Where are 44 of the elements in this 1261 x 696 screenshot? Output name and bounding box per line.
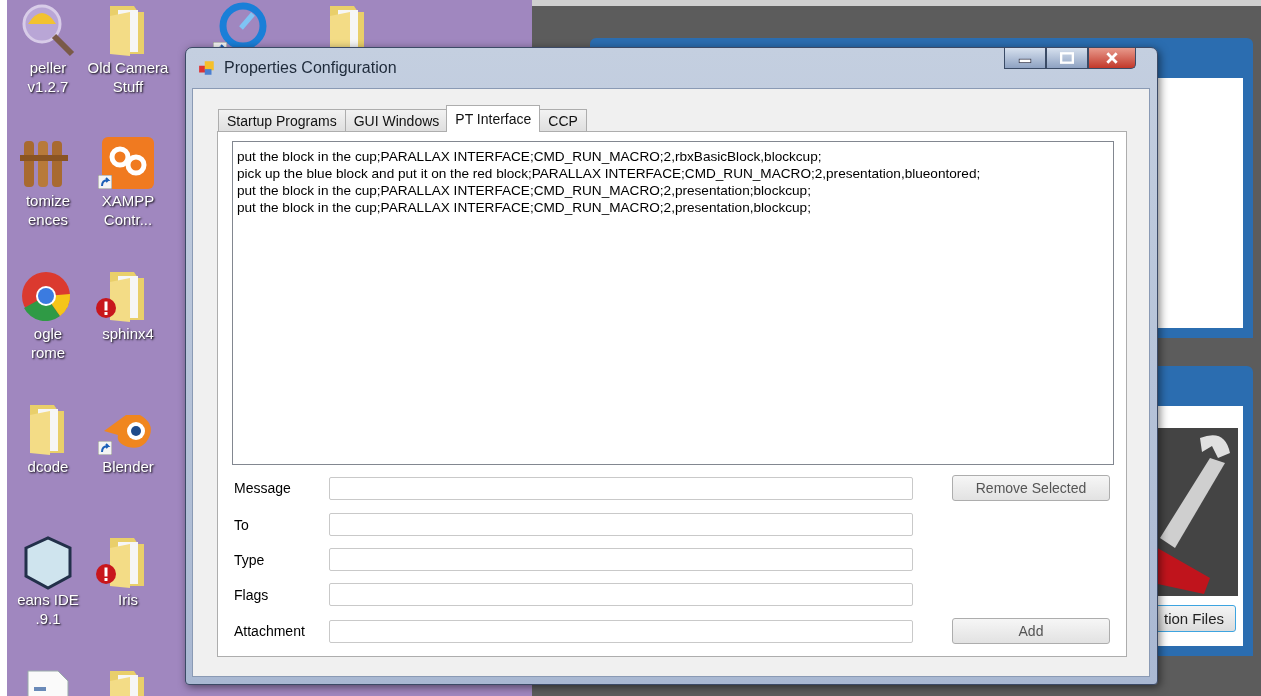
- icon-label: dcode: [27, 457, 69, 476]
- text-line: put the block in the cup;PARALLAX INTERFACE;CMD_RUN_MACRO;2,presentation;blockcup;: [237, 182, 812, 199]
- text-line: pick up the blue block and put it on the red block;PARALLAX INTERFACE;CMD_RUN_MACRO;2,presentation,blueontored;: [237, 165, 982, 182]
- icon-label: v1.2.7: [27, 77, 69, 96]
- field-label: Type: [233, 551, 266, 568]
- icon-label: eans IDE: [17, 590, 79, 609]
- icon-label: Blender: [102, 457, 154, 476]
- icon-label: Old Camera: [87, 58, 169, 77]
- text-field[interactable]: [329, 476, 913, 500]
- icon-label: Stuff: [112, 77, 144, 96]
- text-area[interactable]: [232, 141, 1114, 465]
- minimize-button[interactable]: [1004, 48, 1046, 69]
- close-icon: [1105, 52, 1119, 64]
- text-line: put the block in the cup;PARALLAX INTERFACE;CMD_RUN_MACRO;2,presentation,blockcup;: [237, 199, 812, 216]
- maximize-icon: [1060, 52, 1074, 64]
- icon-label: .9.1: [35, 609, 61, 628]
- icon-label: sphinx4: [102, 324, 154, 343]
- field-label: Message: [233, 480, 292, 496]
- field-label: Flags: [233, 586, 270, 603]
- icon-label: ogle: [33, 324, 63, 343]
- maximize-button[interactable]: [1046, 48, 1088, 69]
- magnifier-icon[interactable]: [20, 2, 76, 58]
- action-button[interactable]: Add: [952, 618, 1110, 644]
- icon-label: Contr...: [103, 210, 153, 229]
- icon-label: rome: [30, 343, 66, 362]
- action-button[interactable]: Remove Selected: [952, 475, 1110, 501]
- app-icon: [198, 59, 216, 77]
- field-label: Attachment: [233, 623, 306, 639]
- icon-label: tomize: [25, 191, 71, 210]
- text-line: put the block in the cup;PARALLAX INTERFACE;CMD_RUN_MACRO;2,rbxBasicBlock,blockcup;: [237, 148, 823, 165]
- text-field[interactable]: [329, 619, 913, 643]
- tab[interactable]: Startup Programs: [218, 109, 346, 132]
- field-label: To: [233, 516, 250, 533]
- icon-label: ences: [28, 210, 68, 229]
- tab[interactable]: PT Interface: [446, 105, 541, 132]
- text-field[interactable]: [329, 513, 913, 536]
- icon-label: peller: [29, 58, 67, 77]
- icon-label: Iris: [118, 590, 138, 609]
- close-button[interactable]: [1088, 48, 1136, 69]
- window-title: Properties Configuration: [224, 59, 398, 77]
- text-field[interactable]: [329, 583, 913, 606]
- icon-label: XAMPP: [101, 191, 155, 210]
- xampp-icon[interactable]: [100, 135, 156, 191]
- text-field[interactable]: [329, 548, 913, 571]
